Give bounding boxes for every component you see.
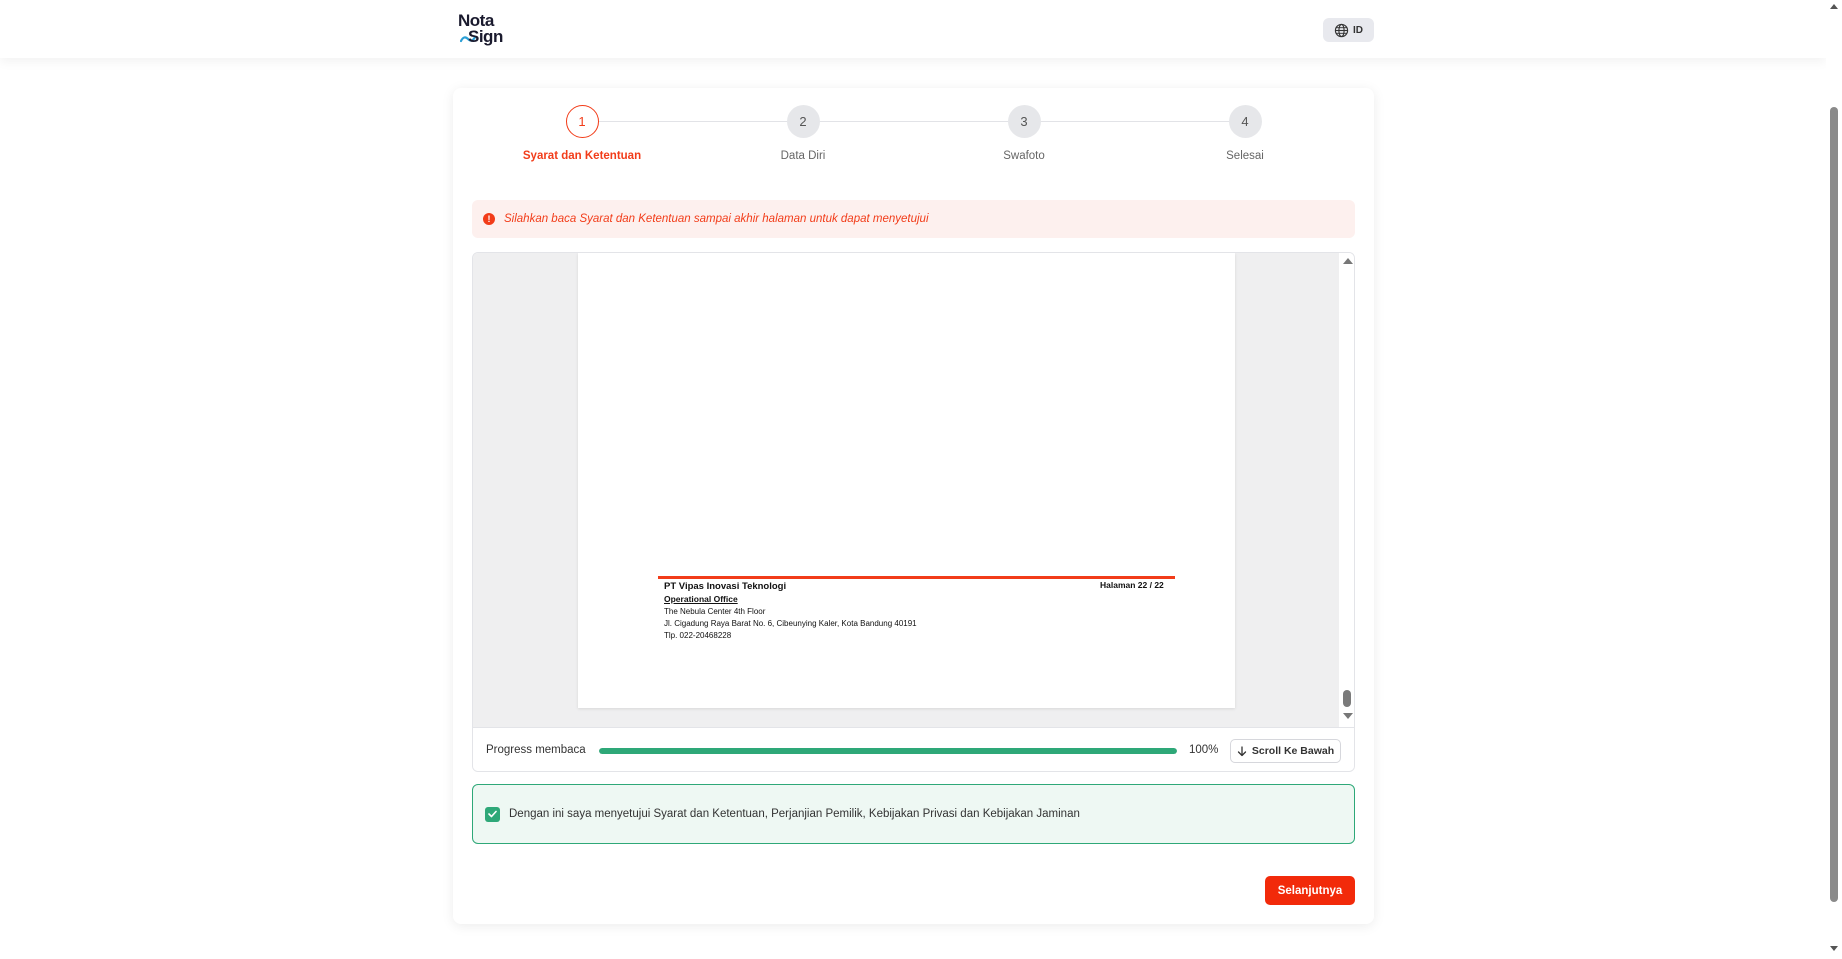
info-icon: ! (483, 213, 495, 225)
step-label: Selesai (1226, 150, 1264, 162)
document-viewer: PT Vipas Inovasi Teknologi Halaman 22 / … (472, 252, 1355, 772)
check-icon (488, 810, 497, 818)
consent-text: Dengan ini saya menyetujui Syarat dan Ke… (509, 808, 1080, 820)
consent-box[interactable]: Dengan ini saya menyetujui Syarat dan Ke… (472, 784, 1355, 844)
step-selfie: 3 Swafoto (954, 105, 1094, 162)
step-terms: 1 Syarat dan Ketentuan (512, 105, 652, 162)
document-scroll-area[interactable]: PT Vipas Inovasi Teknologi Halaman 22 / … (473, 253, 1339, 727)
step-label: Syarat dan Ketentuan (522, 150, 642, 162)
progress-percent: 100% (1189, 744, 1219, 756)
step-number: 4 (1228, 105, 1262, 138)
step-finish: 4 Selesai (1175, 105, 1315, 162)
step-personal-data: 2 Data Diri (733, 105, 873, 162)
page-scroll-down-icon[interactable] (1830, 946, 1838, 951)
step-number: 2 (786, 105, 820, 138)
scroll-down-icon[interactable] (1343, 713, 1353, 719)
scroll-button-label: Scroll Ke Bawah (1251, 745, 1335, 757)
footer-address-line2: Jl. Cigadung Raya Barat No. 6, Cibeunyin… (664, 619, 917, 628)
page-scroll-up-icon[interactable] (1830, 4, 1838, 9)
language-label: ID (1353, 24, 1363, 36)
step-label: Data Diri (780, 150, 826, 162)
arrow-down-icon (1237, 745, 1247, 756)
footer-office-label: Operational Office (664, 594, 738, 604)
progress-label: Progress membaca (486, 744, 586, 756)
scroll-to-bottom-button[interactable]: Scroll Ke Bawah (1230, 739, 1341, 763)
progress-bar (599, 748, 1177, 754)
page-scrollbar-thumb[interactable] (1830, 107, 1838, 902)
reading-alert: ! Silahkan baca Syarat dan Ketentuan sam… (472, 200, 1355, 238)
step-label: Swafoto (1003, 150, 1045, 162)
alert-text: Silahkan baca Syarat dan Ketentuan sampa… (504, 213, 929, 225)
next-button[interactable]: Selanjutnya (1265, 876, 1355, 905)
page-indicator: Halaman 22 / 22 (1100, 580, 1164, 590)
notasign-logo[interactable]: Nota Sign (458, 12, 518, 46)
globe-icon (1334, 23, 1349, 37)
step-number: 3 (1007, 105, 1041, 138)
consent-checkbox[interactable] (485, 806, 500, 822)
scrollbar-thumb[interactable] (1343, 690, 1351, 707)
page-scrollbar[interactable] (1826, 0, 1842, 959)
progress-bar-fill (599, 748, 1177, 754)
scroll-up-icon[interactable] (1343, 258, 1353, 264)
reading-progress-row: Progress membaca 100% Scroll Ke Bawah (473, 727, 1354, 771)
footer-address-line1: The Nebula Center 4th Floor (664, 607, 766, 616)
footer-company-name: PT Vipas Inovasi Teknologi (664, 581, 787, 592)
stepper-connector (598, 121, 1253, 122)
step-number: 1 (565, 105, 599, 138)
language-switcher[interactable]: ID (1323, 18, 1374, 42)
document-scrollbar[interactable] (1339, 253, 1354, 727)
logo-text-bottom: Sign (468, 27, 503, 46)
app-header: Nota Sign ID (0, 0, 1826, 58)
footer-divider (658, 576, 1175, 579)
footer-phone: Tlp. 022-20468228 (664, 631, 732, 640)
document-page: PT Vipas Inovasi Teknologi Halaman 22 / … (578, 253, 1235, 708)
